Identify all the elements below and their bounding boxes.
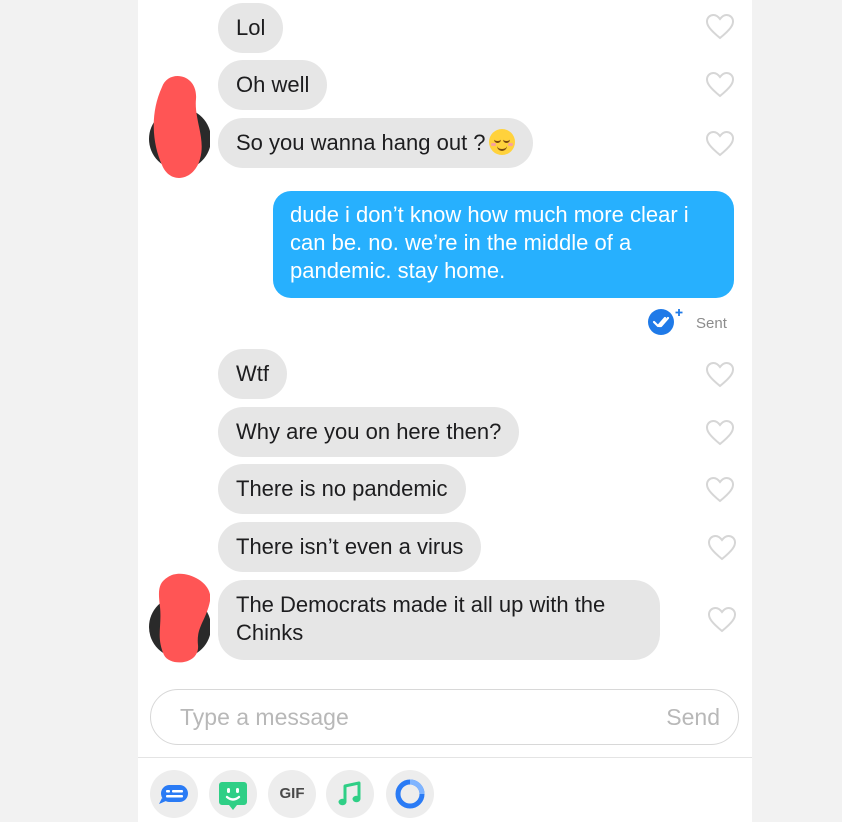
message-text: There isn’t even a virus bbox=[236, 534, 464, 559]
chat-screen: Lol Oh well So you wanna hang out ? dude… bbox=[138, 0, 752, 822]
message-bubble-received[interactable]: There is no pandemic bbox=[218, 464, 466, 514]
sticker-button[interactable] bbox=[209, 770, 257, 818]
music-note-icon bbox=[338, 781, 361, 806]
heart-outline-icon[interactable] bbox=[706, 420, 734, 446]
message-bubble-sent[interactable]: dude i don’t know how much more clear i … bbox=[273, 191, 734, 298]
message-text: So you wanna hang out ? bbox=[236, 130, 486, 155]
read-receipt-check-icon bbox=[648, 309, 683, 335]
message-bubble-received[interactable]: So you wanna hang out ? bbox=[218, 118, 533, 168]
message-text: dude i don’t know how much more clear i … bbox=[290, 202, 689, 283]
avatar[interactable] bbox=[148, 571, 211, 671]
message-text: There is no pandemic bbox=[236, 476, 448, 501]
gif-icon: GIF bbox=[279, 785, 305, 802]
heart-outline-icon[interactable] bbox=[706, 72, 734, 98]
message-text: The Democrats made it all up with the Ch… bbox=[236, 592, 606, 645]
message-text: Lol bbox=[236, 15, 266, 40]
heart-outline-icon[interactable] bbox=[706, 131, 734, 157]
message-text: Wtf bbox=[236, 361, 269, 386]
message-text: Why are you on here then? bbox=[236, 419, 502, 444]
message-composer[interactable]: Type a message Send bbox=[150, 689, 739, 745]
gif-button[interactable]: GIF bbox=[268, 770, 316, 818]
message-bubble-received[interactable]: Wtf bbox=[218, 349, 287, 399]
heart-outline-icon[interactable] bbox=[708, 607, 736, 633]
sticker-icon bbox=[219, 782, 247, 810]
divider bbox=[138, 757, 752, 758]
message-bubble-received[interactable]: The Democrats made it all up with the Ch… bbox=[218, 580, 660, 660]
message-bubble-received[interactable]: Lol bbox=[218, 3, 284, 53]
message-bubble-button[interactable] bbox=[150, 770, 198, 818]
avatar[interactable] bbox=[148, 73, 211, 178]
heart-outline-icon[interactable] bbox=[706, 362, 734, 388]
music-button[interactable] bbox=[326, 770, 374, 818]
message-bubble-icon bbox=[159, 785, 188, 804]
message-text: Oh well bbox=[236, 72, 310, 97]
message-input[interactable]: Type a message bbox=[180, 704, 349, 731]
message-bubble-received[interactable]: Oh well bbox=[218, 60, 328, 110]
send-button[interactable]: Send bbox=[666, 704, 720, 731]
sent-label: Sent bbox=[696, 315, 727, 332]
heart-outline-icon[interactable] bbox=[708, 535, 736, 561]
delivery-status: Sent bbox=[648, 306, 748, 336]
message-bubble-received[interactable]: There isn’t even a virus bbox=[218, 522, 482, 572]
heart-outline-icon[interactable] bbox=[706, 477, 734, 503]
ring-button[interactable] bbox=[386, 770, 434, 818]
ring-icon bbox=[395, 779, 425, 809]
relieved-face-emoji-icon bbox=[488, 129, 515, 155]
heart-outline-icon[interactable] bbox=[706, 14, 734, 40]
message-bubble-received[interactable]: Why are you on here then? bbox=[218, 407, 520, 457]
